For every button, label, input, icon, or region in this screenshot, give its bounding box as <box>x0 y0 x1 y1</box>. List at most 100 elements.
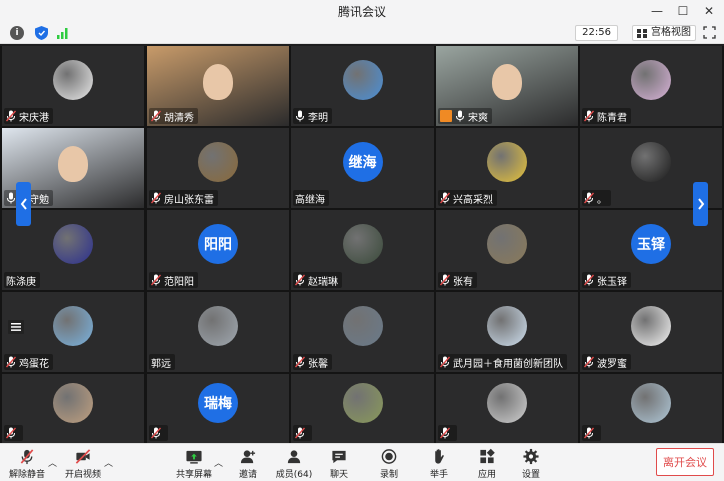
mic-muted-icon <box>295 427 305 439</box>
participant-name: 宋庆港 <box>19 112 49 124</box>
unmute-button[interactable]: 解除静音 <box>8 446 46 480</box>
participant-tile[interactable]: 郭远 <box>147 292 289 372</box>
chat-label: 聊天 <box>329 470 348 480</box>
participant-tile[interactable]: 武月园＋食用菌创新团队 <box>436 292 578 372</box>
mic-muted-icon <box>295 356 305 368</box>
participant-tile[interactable]: 陈青君 <box>580 46 722 126</box>
members-button[interactable]: 成员(64) <box>274 446 314 480</box>
participant-name: 郭远 <box>151 358 171 370</box>
participant-name: 房山张东雷 <box>164 194 214 206</box>
participant-nameplate: 武月园＋食用菌创新团队 <box>438 354 567 370</box>
participant-face <box>492 64 522 100</box>
share-options-caret[interactable]: ︿ <box>214 456 223 469</box>
mic-muted-icon <box>151 427 161 439</box>
share-screen-button[interactable]: 共享屏幕 <box>176 446 212 480</box>
video-options-caret[interactable]: ︿ <box>104 456 113 469</box>
raise-hand-button[interactable]: 举手 <box>426 446 452 480</box>
participant-avatar <box>487 142 527 182</box>
settings-label: 设置 <box>521 470 540 480</box>
record-button[interactable]: 录制 <box>376 446 402 480</box>
start-video-button[interactable]: 开启视频 <box>64 446 102 480</box>
participant-tile[interactable]: 瑞梅 <box>147 374 289 443</box>
participant-name: 张玉铎 <box>597 276 627 288</box>
participant-tile[interactable]: 宋爽 <box>436 46 578 126</box>
participant-tile[interactable]: 张馨 <box>291 292 434 372</box>
participant-name: 赵瑞琳 <box>308 276 338 288</box>
participant-avatar <box>198 306 238 346</box>
title-bar: 腾讯会议 — ☐ ✕ <box>0 0 724 22</box>
participant-tile[interactable]: 波罗蜜 <box>580 292 722 372</box>
participant-tile[interactable]: 继海高继海 <box>291 128 434 208</box>
apps-icon <box>480 448 495 464</box>
participant-tile[interactable]: 阳阳 范阳阳 <box>147 210 289 290</box>
apps-button[interactable]: 应用 <box>474 446 500 480</box>
participant-tile[interactable]: 赵瑞琳 <box>291 210 434 290</box>
mic-muted-icon <box>584 427 594 439</box>
participant-tile[interactable]: 李明 <box>291 46 434 126</box>
host-badge-icon <box>440 110 452 122</box>
network-signal-icon[interactable] <box>56 26 70 40</box>
audio-options-caret[interactable]: ︿ <box>48 456 57 469</box>
participant-face <box>203 64 233 100</box>
mic-muted-icon <box>584 356 594 368</box>
participant-nameplate: 张玉铎 <box>582 272 631 288</box>
participant-tile[interactable] <box>2 374 144 443</box>
participant-avatar <box>198 142 238 182</box>
unmute-label: 解除静音 <box>8 470 45 480</box>
mic-icon <box>296 110 304 122</box>
start-video-label: 开启视频 <box>64 470 101 480</box>
share-screen-icon <box>186 450 202 464</box>
participant-avatar: 玉铎 <box>631 224 671 264</box>
participant-tile[interactable] <box>436 374 578 443</box>
chat-button[interactable]: 聊天 <box>326 446 352 480</box>
list-view-icon[interactable] <box>8 320 24 334</box>
invite-label: 邀请 <box>238 470 257 480</box>
invite-button[interactable]: 邀请 <box>234 446 262 480</box>
participant-name: 张有 <box>453 276 473 288</box>
meeting-info-icon[interactable]: i <box>10 26 24 40</box>
participant-nameplate: 陈涤庚 <box>4 272 40 288</box>
fullscreen-icon[interactable] <box>703 26 716 39</box>
participant-avatar <box>53 382 93 423</box>
record-icon <box>381 449 397 464</box>
participant-avatar <box>487 382 527 423</box>
mic-muted-icon <box>440 356 450 368</box>
participant-name: 。 <box>597 194 607 206</box>
mic-muted-icon <box>584 192 594 204</box>
participant-tile[interactable]: 房山张东雷 <box>147 128 289 208</box>
participant-tile[interactable]: 胡清秀 <box>147 46 289 126</box>
maximize-button[interactable]: ☐ <box>670 4 696 18</box>
participant-tile[interactable] <box>580 374 722 443</box>
participant-nameplate: 张馨 <box>293 354 332 370</box>
participant-avatar <box>53 306 93 346</box>
participant-name: 高继海 <box>295 194 325 206</box>
settings-button[interactable]: 设置 <box>518 446 544 480</box>
participant-tile[interactable] <box>291 374 434 443</box>
previous-page-button[interactable] <box>16 182 31 226</box>
security-shield-icon[interactable] <box>34 26 48 40</box>
participant-nameplate <box>582 425 601 441</box>
grid-view-button[interactable]: 宫格视图 <box>632 25 696 41</box>
gear-icon <box>523 448 539 465</box>
minimize-button[interactable]: — <box>644 4 670 18</box>
participant-name: 波罗蜜 <box>597 358 627 370</box>
close-button[interactable]: ✕ <box>696 4 722 18</box>
participant-nameplate: 郭远 <box>149 354 175 370</box>
participant-tile[interactable]: 宋庆港 <box>2 46 144 126</box>
participant-avatar <box>342 60 383 100</box>
add-user-icon <box>240 450 256 464</box>
participant-nameplate: 兴高采烈 <box>438 190 497 206</box>
next-page-button[interactable] <box>693 182 708 226</box>
mic-muted-icon <box>6 427 16 439</box>
participant-tile[interactable]: 兴高采烈 <box>436 128 578 208</box>
participant-name: 鸡蛋花 <box>19 358 49 370</box>
mic-muted-icon <box>20 449 34 465</box>
participant-name: 武月园＋食用菌创新团队 <box>453 358 563 370</box>
window-title: 腾讯会议 <box>337 4 386 19</box>
leave-meeting-button[interactable]: 离开会议 <box>656 448 714 476</box>
participant-nameplate: 范阳阳 <box>149 272 198 288</box>
participant-name: 陈涤庚 <box>6 276 36 288</box>
participant-nameplate: 高继海 <box>293 190 329 206</box>
participant-avatar: 继海 <box>342 142 383 182</box>
participant-tile[interactable]: 张有 <box>436 210 578 290</box>
